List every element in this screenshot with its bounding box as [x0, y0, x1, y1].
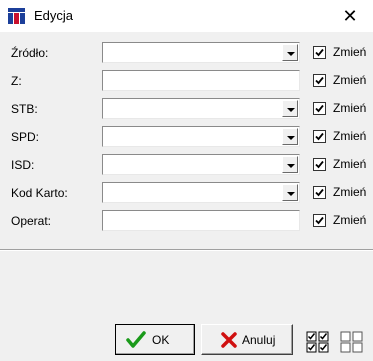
- zrodlo-change-label[interactable]: Zmień: [333, 45, 366, 59]
- spd-combo[interactable]: [102, 126, 300, 147]
- label-z: Z:: [11, 74, 22, 88]
- spd-change-checkbox[interactable]: [313, 130, 326, 143]
- select-none-icon[interactable]: [340, 331, 364, 353]
- chevron-down-icon[interactable]: [282, 184, 298, 201]
- title-bar: Edycja ✕: [0, 0, 373, 32]
- label-isd: ISD:: [11, 158, 35, 172]
- z-field[interactable]: [102, 70, 300, 91]
- kod-karto-change-label[interactable]: Zmień: [333, 185, 366, 199]
- label-operat: Operat:: [11, 214, 52, 228]
- operat-change-checkbox[interactable]: [313, 214, 326, 227]
- spd-change-label[interactable]: Zmień: [333, 129, 366, 143]
- x-mark-icon: [221, 332, 237, 348]
- ok-label: OK: [152, 333, 170, 347]
- zrodlo-change-checkbox[interactable]: [313, 46, 326, 59]
- z-change-checkbox[interactable]: [313, 74, 326, 87]
- kod-karto-combo[interactable]: [102, 182, 300, 203]
- stb-combo[interactable]: [102, 98, 300, 119]
- chevron-down-icon[interactable]: [282, 156, 298, 173]
- ok-button[interactable]: OK: [115, 324, 195, 355]
- cancel-label: Anuluj: [242, 333, 276, 347]
- operat-field[interactable]: [102, 210, 300, 231]
- select-all-icon[interactable]: [306, 331, 330, 353]
- close-icon: ✕: [342, 6, 358, 26]
- cancel-button[interactable]: Anuluj: [201, 324, 293, 355]
- label-zrodlo: Źródło:: [11, 46, 49, 60]
- z-change-label[interactable]: Zmień: [333, 73, 366, 87]
- label-stb: STB:: [11, 102, 38, 116]
- zrodlo-combo[interactable]: [102, 42, 300, 63]
- chevron-down-icon[interactable]: [282, 128, 298, 145]
- stb-change-label[interactable]: Zmień: [333, 101, 366, 115]
- edit-dialog: Edycja ✕ Źródło: Zmień Z: Zmień STB: Zmi…: [0, 0, 373, 361]
- window-title: Edycja: [34, 8, 74, 23]
- operat-change-label[interactable]: Zmień: [333, 213, 366, 227]
- chevron-down-icon[interactable]: [282, 44, 298, 61]
- isd-change-checkbox[interactable]: [313, 158, 326, 171]
- isd-change-label[interactable]: Zmień: [333, 157, 366, 171]
- chevron-down-icon[interactable]: [282, 100, 298, 117]
- divider-highlight: [0, 250, 373, 251]
- close-button[interactable]: ✕: [327, 0, 373, 32]
- app-logo-icon: [8, 8, 25, 24]
- kod-karto-change-checkbox[interactable]: [313, 186, 326, 199]
- checkmark-icon: [126, 331, 146, 348]
- label-spd: SPD:: [11, 130, 40, 144]
- stb-change-checkbox[interactable]: [313, 102, 326, 115]
- label-kod-karto: Kod Karto:: [11, 186, 68, 200]
- isd-combo[interactable]: [102, 154, 300, 175]
